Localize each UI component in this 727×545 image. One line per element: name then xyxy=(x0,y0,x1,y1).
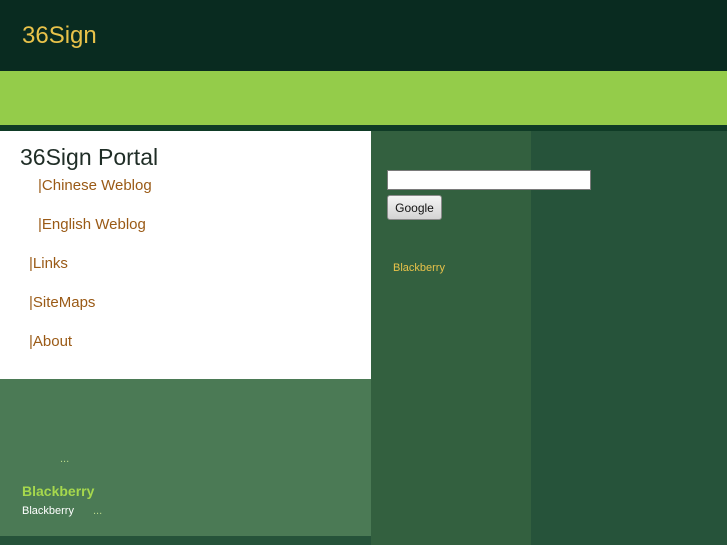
sidebar-link[interactable]: Blackberry xyxy=(393,262,445,274)
section-more-link[interactable]: ... xyxy=(93,505,102,517)
site-header: 36Sign xyxy=(0,0,727,71)
site-title-link[interactable]: 36Sign xyxy=(22,22,97,50)
search-input[interactable] xyxy=(387,170,591,190)
section-item-text: Blackberry xyxy=(22,505,74,517)
middle-column xyxy=(371,131,531,545)
nav-link-about[interactable]: |About xyxy=(29,333,72,350)
section-heading: Blackberry xyxy=(22,483,95,499)
portal-title: 36Sign Portal xyxy=(20,144,159,170)
accent-bar xyxy=(0,71,727,125)
nav-link-links[interactable]: |Links xyxy=(29,255,68,272)
nav-link-sitemaps[interactable]: |SiteMaps xyxy=(29,294,95,311)
right-column xyxy=(531,131,727,545)
google-search-button[interactable]: Google xyxy=(387,195,442,220)
nav-link-chinese-weblog[interactable]: |Chinese Weblog xyxy=(38,177,152,194)
nav-link-english-weblog[interactable]: |English Weblog xyxy=(38,216,146,233)
more-link[interactable]: ... xyxy=(60,453,69,465)
